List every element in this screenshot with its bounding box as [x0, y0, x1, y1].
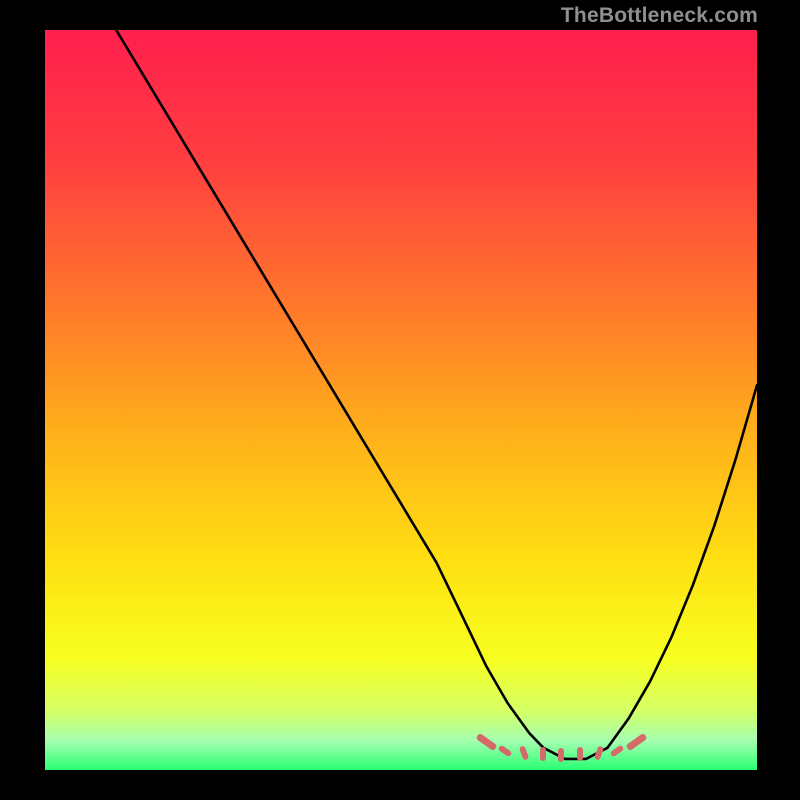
bottleneck-curve: [45, 30, 757, 770]
flat-zone-dash: [558, 748, 564, 762]
curve-path: [116, 30, 757, 759]
chart-frame: TheBottleneck.com: [0, 0, 800, 800]
flat-zone-dash: [540, 747, 546, 761]
plot-area: [45, 30, 757, 770]
watermark-text: TheBottleneck.com: [561, 4, 758, 28]
flat-zone-dash: [577, 747, 583, 761]
